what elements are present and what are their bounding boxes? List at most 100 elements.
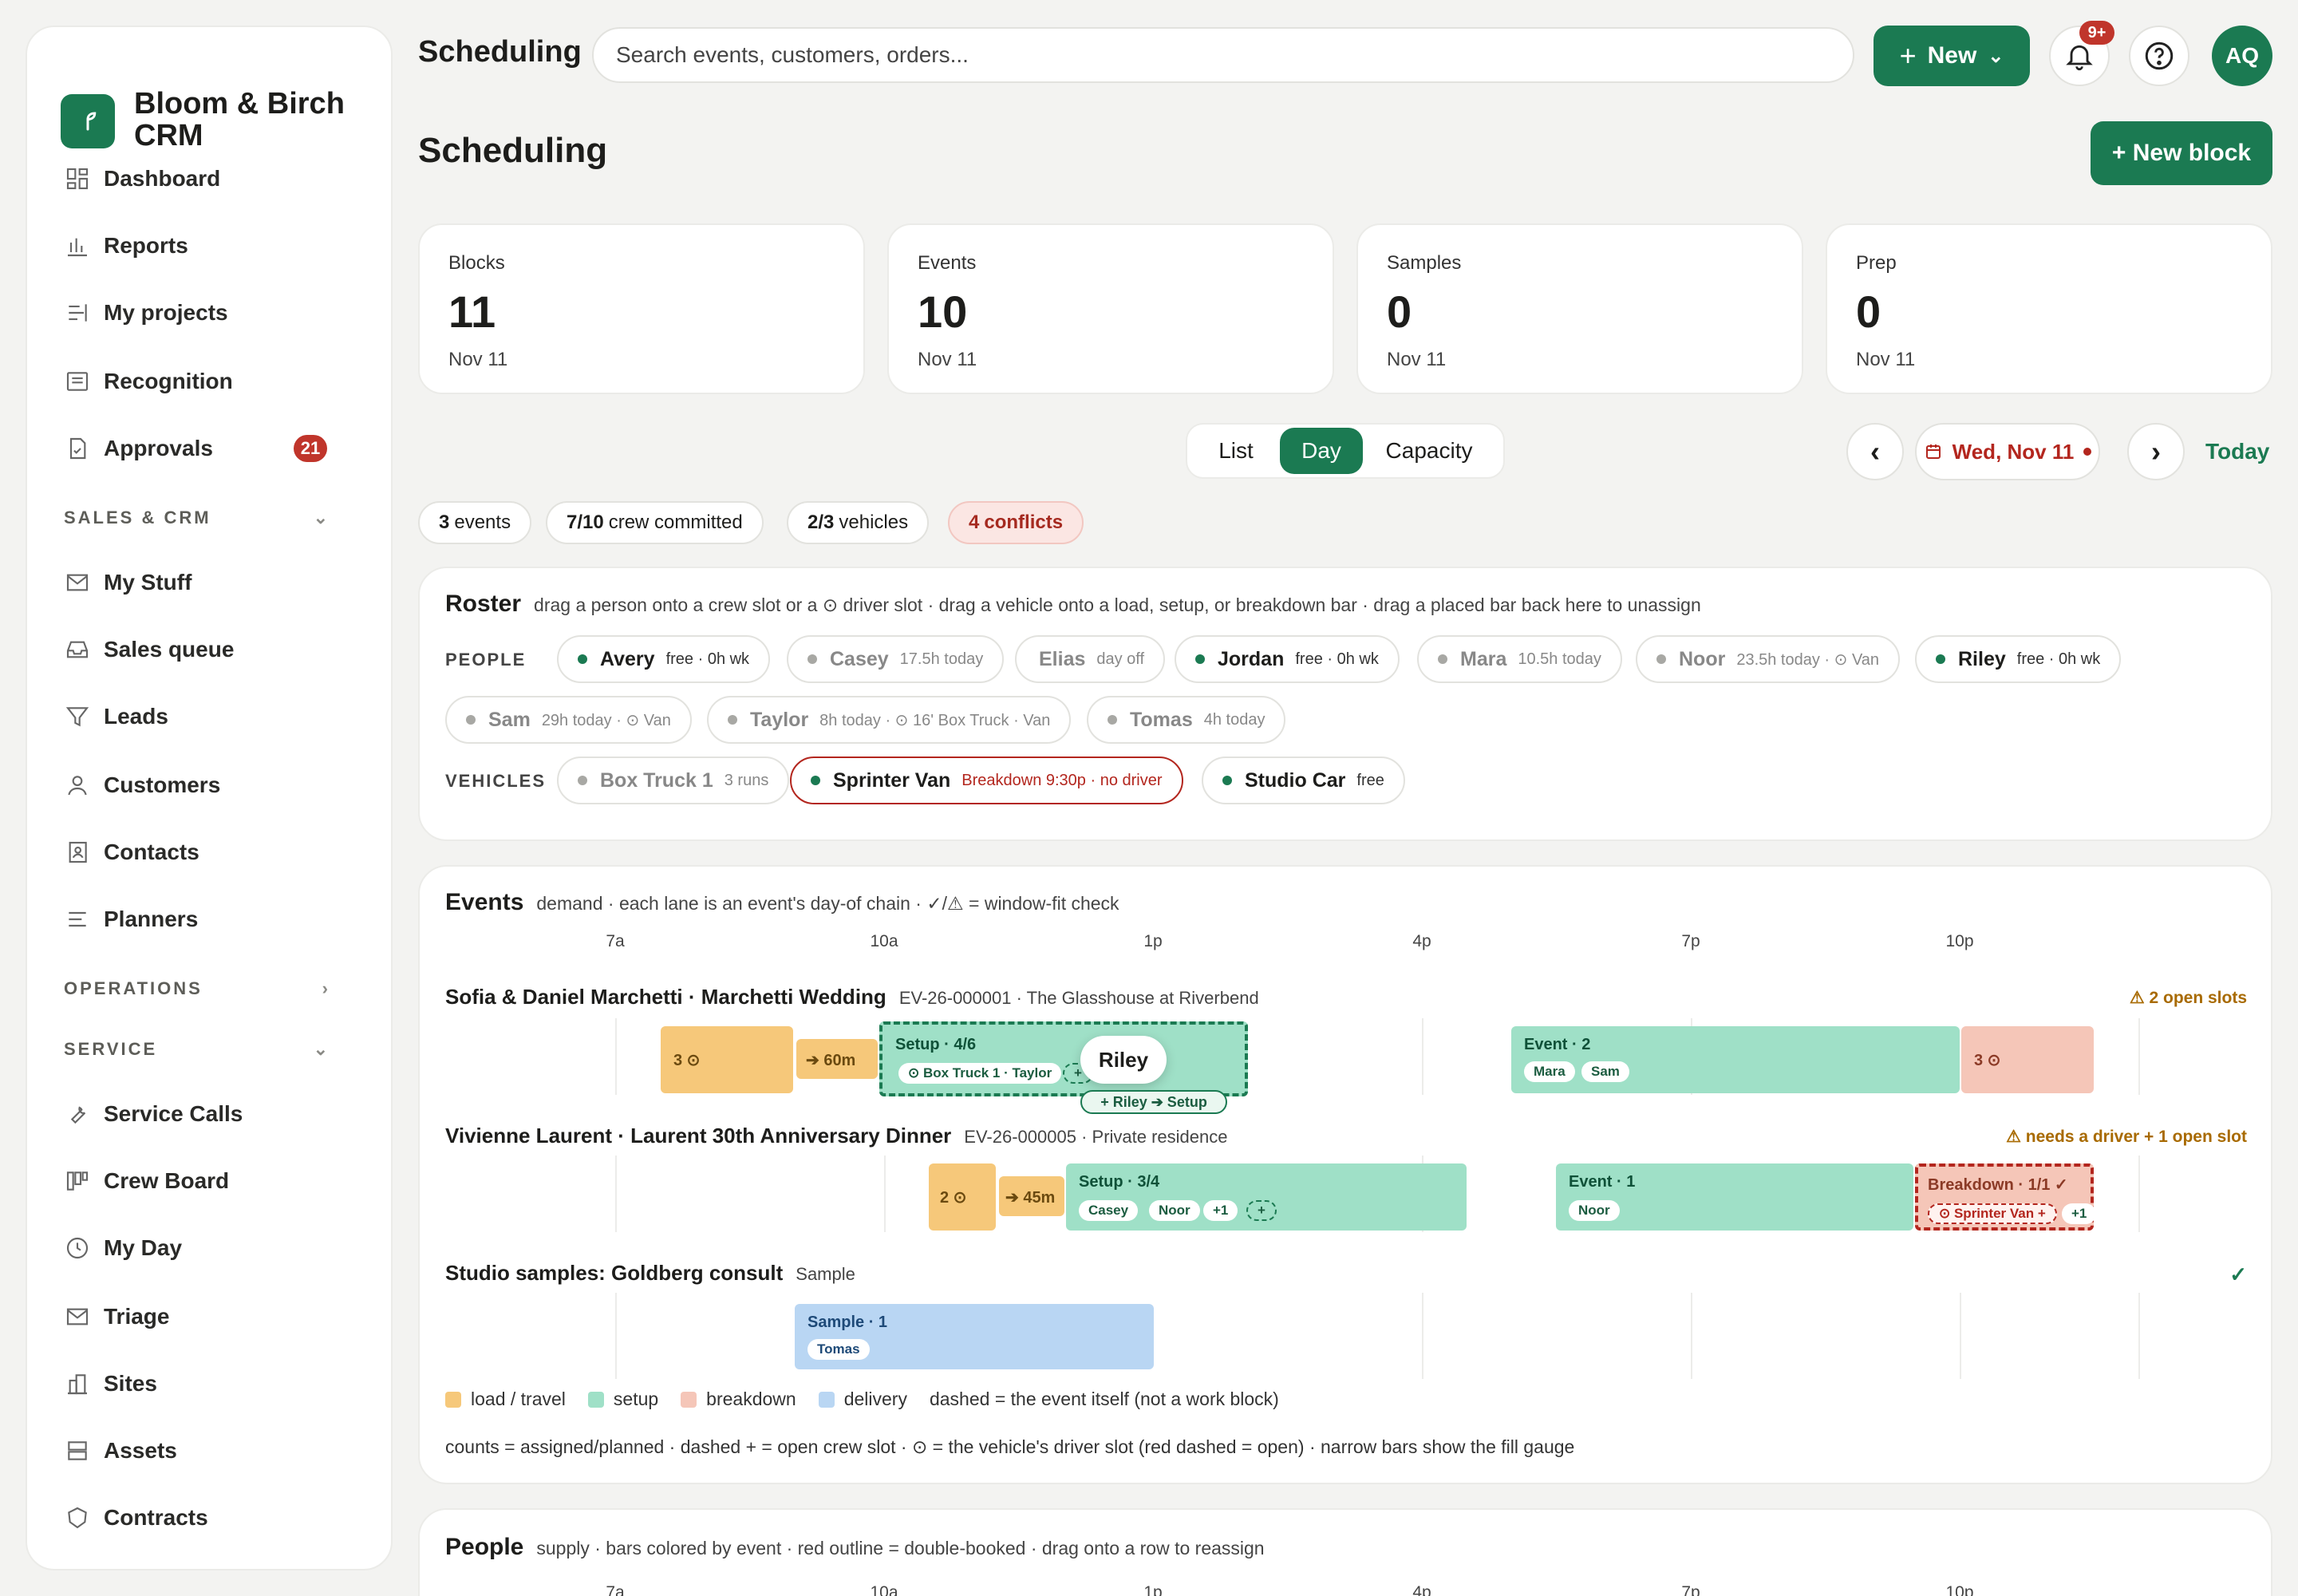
new-button[interactable]: + New ⌄ <box>1874 26 2030 86</box>
summary-chip-vehicles[interactable]: 2/3 vehicles <box>787 501 930 544</box>
sidebar-item-contracts[interactable]: Contracts <box>34 1499 208 1537</box>
search-input[interactable]: Search events, customers, orders... <box>592 27 1854 83</box>
hour-label: 7a <box>606 932 625 950</box>
crew-tag[interactable]: +1 <box>2062 1203 2097 1224</box>
roster-person-casey[interactable]: Casey 17.5h today <box>787 635 1005 683</box>
open-slot-tag[interactable]: + <box>1246 1200 1277 1221</box>
stat-card-events: Events 10 Nov 11 <box>887 223 1334 394</box>
sidebar-item-crew-board[interactable]: Crew Board <box>34 1162 229 1200</box>
date-picker[interactable]: Wed, Nov 11 <box>1915 423 2100 480</box>
roster-person-mara[interactable]: Mara 10.5h today <box>1417 635 1622 683</box>
current-date: Wed, Nov 11 <box>1952 439 2075 464</box>
roster-person-jordan[interactable]: Jordan free · 0h wk <box>1175 635 1400 683</box>
roster-person-noor[interactable]: Noor 23.5h today · ⊙ Van <box>1636 635 1901 683</box>
roster-vehicle-sprinter-van[interactable]: Sprinter Van Breakdown 9:30p · no driver <box>790 757 1183 804</box>
sidebar-item-triage[interactable]: Triage <box>34 1298 169 1336</box>
sidebar-item-dashboard[interactable]: Dashboard <box>34 160 220 198</box>
crew-tag[interactable]: Casey <box>1079 1200 1139 1221</box>
event-lane-title[interactable]: Sofia & Daniel Marchetti · Marchetti Wed… <box>445 985 1259 1009</box>
document-check-icon <box>64 435 91 462</box>
status-dot-icon <box>1108 715 1117 725</box>
sidebar-item-label: Contracts <box>104 1505 208 1530</box>
summary-chip-crew[interactable]: 7/10 crew committed <box>546 501 764 544</box>
roster-person-avery[interactable]: Avery free · 0h wk <box>557 635 771 683</box>
tab-day[interactable]: Day <box>1280 428 1363 474</box>
section-operations[interactable]: OPERATIONS › <box>64 978 351 999</box>
load-bar[interactable]: 2 ⊙ <box>929 1163 996 1231</box>
load-bar[interactable]: 3 ⊙ <box>661 1026 793 1093</box>
roster-person-taylor[interactable]: Taylor 8h today · ⊙ 16' Box Truck · Van <box>707 696 1072 744</box>
vehicles-label: VEHICLES <box>445 771 547 791</box>
help-button[interactable] <box>2129 26 2189 86</box>
crew-tag[interactable]: ⊙ Box Truck 1 · Taylor <box>898 1063 1062 1084</box>
setup-bar[interactable]: Setup · 4/6 ⊙ Box Truck 1 · Taylor + <box>879 1021 1248 1096</box>
status-dot-icon <box>1438 654 1447 664</box>
person-note: free · 0h wk <box>665 650 750 668</box>
breakdown-bar[interactable]: 3 ⊙ <box>1961 1026 2094 1093</box>
sidebar-item-recognition[interactable]: Recognition <box>34 362 233 401</box>
grid-line <box>2138 1293 2140 1379</box>
notifications-badge: 9+ <box>2079 21 2114 45</box>
bar-label: Event · 1 <box>1569 1173 1636 1191</box>
tab-list[interactable]: List <box>1192 428 1280 474</box>
roster-person-sam[interactable]: Sam 29h today · ⊙ Van <box>445 696 692 744</box>
hour-label: 10a <box>870 932 898 950</box>
building-icon <box>64 1370 91 1397</box>
sidebar-item-service-calls[interactable]: Service Calls <box>34 1095 243 1133</box>
hour-label: 10a <box>870 1583 898 1596</box>
sidebar-item-leads[interactable]: Leads <box>34 697 168 736</box>
sidebar-item-contacts[interactable]: Contacts <box>34 833 199 871</box>
drag-ghost-riley[interactable]: Riley <box>1080 1036 1167 1084</box>
stat-value: 0 <box>1856 286 1881 337</box>
summary-chip-events[interactable]: 3 events <box>418 501 532 544</box>
crew-tag[interactable]: Sam <box>1581 1061 1629 1082</box>
sidebar-item-sites[interactable]: Sites <box>34 1365 157 1403</box>
delivery-bar[interactable]: Sample · 1 Tomas <box>795 1304 1154 1369</box>
setup-bar[interactable]: Setup · 3/4 Casey Noor +1 + <box>1066 1163 1467 1231</box>
crew-tag[interactable]: Tomas <box>807 1339 870 1360</box>
brand[interactable]: Bloom & Birch CRM <box>61 67 373 152</box>
new-block-button[interactable]: + New block <box>2091 121 2272 185</box>
event-bar[interactable]: Event · 2 Mara Sam <box>1511 1026 1960 1093</box>
travel-bar[interactable]: ➔ 45m <box>999 1176 1064 1216</box>
roster-vehicle-box-truck[interactable]: Box Truck 1 3 runs <box>557 757 790 804</box>
sidebar-item-sales-queue[interactable]: Sales queue <box>34 630 234 669</box>
status-dot-icon <box>466 715 476 725</box>
crew-tag[interactable]: Noor <box>1569 1200 1620 1221</box>
next-day-button[interactable]: › <box>2127 423 2185 480</box>
section-sales-crm[interactable]: SALES & CRM ⌄ <box>64 508 351 528</box>
sidebar-item-my-projects[interactable]: My projects <box>34 294 228 332</box>
travel-bar[interactable]: ➔ 60m <box>796 1039 878 1079</box>
today-link[interactable]: Today <box>2205 439 2269 464</box>
roster-person-riley[interactable]: Riley free · 0h wk <box>1915 635 2122 683</box>
grid-line <box>615 1018 617 1095</box>
open-driver-slot-tag[interactable]: ⊙ Sprinter Van + <box>1928 1203 2057 1224</box>
sidebar-item-assets[interactable]: Assets <box>34 1432 177 1470</box>
status-dot-icon <box>807 654 817 664</box>
bar-label: Sample · 1 <box>807 1314 888 1331</box>
hour-label: 1p <box>1143 1583 1163 1596</box>
crew-tag[interactable]: Noor <box>1149 1200 1200 1221</box>
sidebar-item-my-stuff[interactable]: My Stuff <box>34 563 192 602</box>
tab-capacity[interactable]: Capacity <box>1363 428 1495 474</box>
sidebar-item-customers[interactable]: Customers <box>34 766 220 804</box>
event-bar[interactable]: Event · 1 Noor <box>1556 1163 1913 1231</box>
avatar[interactable]: AQ <box>2212 26 2272 86</box>
roster-person-elias[interactable]: Elias day off <box>1015 635 1166 683</box>
sidebar-item-my-day[interactable]: My Day <box>34 1229 182 1267</box>
event-lane-title[interactable]: Vivienne Laurent · Laurent 30th Annivers… <box>445 1124 1228 1148</box>
event-lane-title[interactable]: Studio samples: Goldberg consult Sample <box>445 1261 855 1286</box>
person-note: day off <box>1096 650 1145 668</box>
crew-tag[interactable]: +1 <box>1203 1200 1238 1221</box>
crew-tag[interactable]: Mara <box>1524 1061 1575 1082</box>
sidebar-item-planners[interactable]: Planners <box>34 900 198 938</box>
breakdown-bar[interactable]: Breakdown · 1/1 ✓ ⊙ Sprinter Van + +1 <box>1915 1163 2097 1231</box>
roster-person-tomas[interactable]: Tomas 4h today <box>1087 696 1286 744</box>
roster-vehicle-studio-car[interactable]: Studio Car free <box>1202 757 1405 804</box>
sidebar-item-label: My Stuff <box>104 570 192 595</box>
summary-chip-conflicts[interactable]: 4 conflicts <box>948 501 1084 544</box>
prev-day-button[interactable]: ‹ <box>1846 423 1904 480</box>
sidebar-item-reports[interactable]: Reports <box>34 227 188 265</box>
sidebar-item-approvals[interactable]: Approvals <box>34 429 213 468</box>
section-service[interactable]: SERVICE ⌄ <box>64 1039 351 1060</box>
